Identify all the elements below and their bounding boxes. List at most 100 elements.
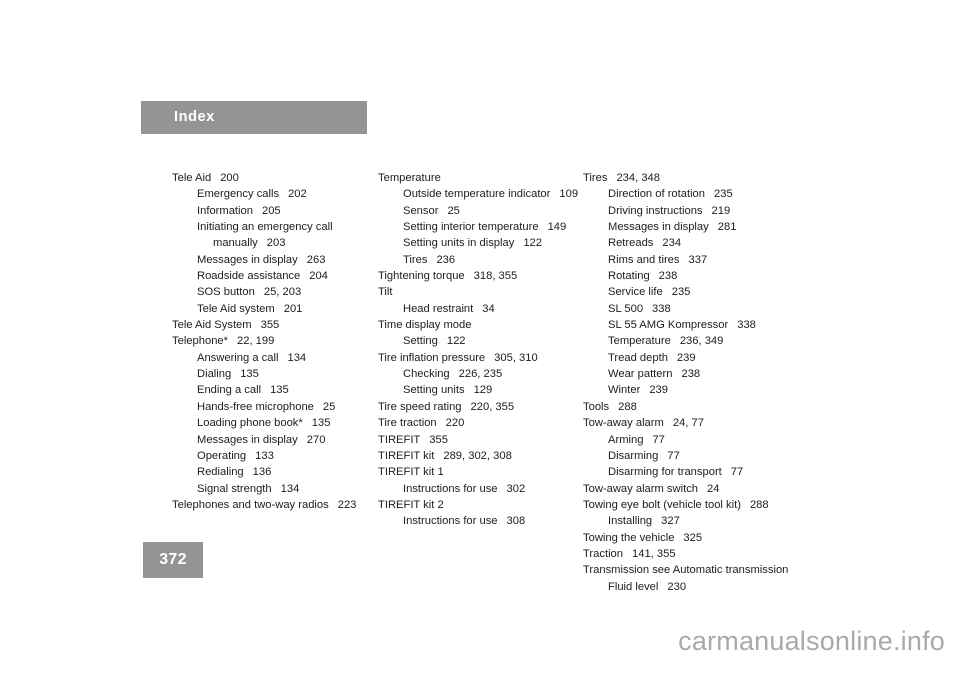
index-entry-pages: 122 [446, 335, 466, 348]
index-subentry: Setting units 129 [378, 382, 578, 398]
index-subentry: manually 203 [172, 235, 377, 251]
index-entry: Time display mode [378, 317, 578, 333]
index-subentry: Messages in display 281 [583, 219, 823, 235]
index-entry-term: Setting units in display [403, 237, 515, 250]
index-entry-pages: 289, 302, 308 [443, 449, 512, 462]
index-subentry: Sensor 25 [378, 203, 578, 219]
index-entry: Tele Aid System 355 [172, 317, 377, 333]
index-entry-pages: 109 [559, 188, 579, 201]
index-entry-pages: 24 [707, 482, 720, 495]
index-subentry: Service life 235 [583, 284, 823, 300]
index-entry-pages: 22, 199 [237, 335, 275, 348]
index-entry-term: Telephone* [172, 335, 228, 348]
index-entry-term: Service life [608, 286, 663, 299]
index-entry-term: Tele Aid [172, 172, 212, 184]
index-entry-term: Information [197, 204, 253, 217]
index-entry-term: SL 55 AMG Kompressor [608, 319, 729, 332]
index-entry-term: Tire inflation pressure [378, 351, 486, 364]
index-entry-term: SL 500 [608, 302, 644, 315]
index-entry-pages: 220, 355 [470, 400, 515, 413]
index-subentry: Initiating an emergency call [172, 219, 377, 235]
index-entry-term: Operating [197, 449, 247, 462]
index-entry-pages: 201 [283, 302, 303, 315]
index-subentry: SL 500 338 [583, 301, 823, 317]
index-subentry: Tires 236 [378, 252, 578, 268]
index-entry-term: Setting units [403, 384, 465, 397]
index-entry-term: Transmission see Automatic transmission [583, 564, 789, 577]
page-title: Index [174, 109, 215, 126]
index-entry-term: Traction [583, 547, 623, 560]
index-entry-pages: 355 [429, 433, 448, 446]
index-subentry: Retreads 234 [583, 235, 823, 251]
index-entry: Tilt [378, 284, 578, 300]
index-entry-pages: 288 [618, 400, 637, 413]
index-entry-pages: 236 [436, 253, 456, 266]
index-subentry: Messages in display 263 [172, 252, 377, 268]
index-entry-pages: 149 [547, 221, 567, 234]
index-subentry: Signal strength 134 [172, 481, 377, 497]
index-entry-term: Rims and tires [608, 253, 680, 266]
index-entry-pages: 34 [482, 302, 495, 315]
index-entry-pages: 219 [711, 204, 731, 217]
index-subentry: Dialing 135 [172, 366, 377, 382]
index-entry: Temperature [378, 170, 578, 186]
index-entry-term: Messages in display [608, 221, 709, 234]
index-entry-pages: 239 [676, 351, 696, 364]
index-subentry: Winter 239 [583, 382, 823, 398]
index-entry-term: Tow-away alarm [583, 417, 664, 430]
index-entry-term: Tow-away alarm switch [583, 482, 699, 495]
index-subentry: Information 205 [172, 203, 377, 219]
index-entry: Telephones and two-way radios 223 [172, 497, 377, 513]
index-entry-term: Dialing [197, 368, 232, 381]
index-subentry: Roadside assistance 204 [172, 268, 377, 284]
index-entry-pages: 238 [658, 270, 678, 283]
index-entry-pages: 318, 355 [473, 270, 518, 283]
index-subentry: SOS button 25, 203 [172, 284, 377, 300]
index-entry-term: Initiating an emergency call [197, 221, 333, 234]
index-entry-term: Time display mode [378, 319, 472, 332]
index-subentry: Checking 226, 235 [378, 366, 578, 382]
index-entry-pages: 236, 349 [679, 335, 724, 348]
index-entry-pages: 235 [671, 286, 691, 299]
index-entry-term: Direction of rotation [608, 188, 706, 201]
index-entry-pages: 202 [288, 188, 307, 201]
index-entry-term: SOS button [197, 286, 255, 299]
index-entry-term: Redialing [197, 466, 244, 479]
index-entry-pages: 25 [447, 204, 460, 217]
index-entry-term: Disarming [608, 449, 659, 462]
index-entry-pages: 338 [737, 319, 756, 332]
index-entry-pages: 25, 203 [263, 286, 302, 299]
index-entry-term: Setting [403, 335, 438, 348]
index-subentry: Rotating 238 [583, 268, 823, 284]
index-entry-pages: 204 [309, 270, 328, 283]
index-entry-pages: 238 [681, 368, 701, 381]
index-entry: Tele Aid 200 [172, 170, 377, 186]
index-entry-term: Fluid level [608, 580, 659, 593]
index-entry: Tire traction 220 [378, 415, 578, 431]
index-entry-pages: 288 [749, 498, 769, 511]
index-entry: Towing the vehicle 325 [583, 530, 823, 546]
index-entry-term: Outside temperature indicator [403, 188, 551, 201]
index-subentry: Hands-free microphone 25 [172, 399, 377, 415]
index-entry-term: Temperature [378, 172, 441, 184]
index-entry-pages: 205 [261, 204, 281, 217]
index-entry-term: Rotating [608, 270, 650, 283]
index-entry-term: Tire traction [378, 417, 437, 430]
index-subentry: Emergency calls 202 [172, 186, 377, 202]
index-subentry: Redialing 136 [172, 464, 377, 480]
index-entry-term: Tread depth [608, 351, 668, 364]
index-entry-pages: 230 [667, 580, 687, 593]
index-entry: TIREFIT 355 [378, 432, 578, 448]
index-entry-term: Messages in display [197, 433, 298, 446]
index-subentry: Messages in display 270 [172, 432, 377, 448]
index-entry: Traction 141, 355 [583, 546, 823, 562]
index-entry-pages: 135 [311, 417, 331, 430]
index-column-1: Tele Aid 200 Emergency calls 202 Information… [172, 170, 377, 513]
index-entry-pages: 239 [649, 384, 668, 397]
index-subentry: Arming 77 [583, 432, 823, 448]
index-subentry: Rims and tires 337 [583, 252, 823, 268]
index-subentry: Operating 133 [172, 448, 377, 464]
index-entry: Transmission see Automatic transmission [583, 562, 823, 578]
index-entry-term: Tire speed rating [378, 400, 462, 413]
index-subentry: Instructions for use 308 [378, 513, 578, 529]
